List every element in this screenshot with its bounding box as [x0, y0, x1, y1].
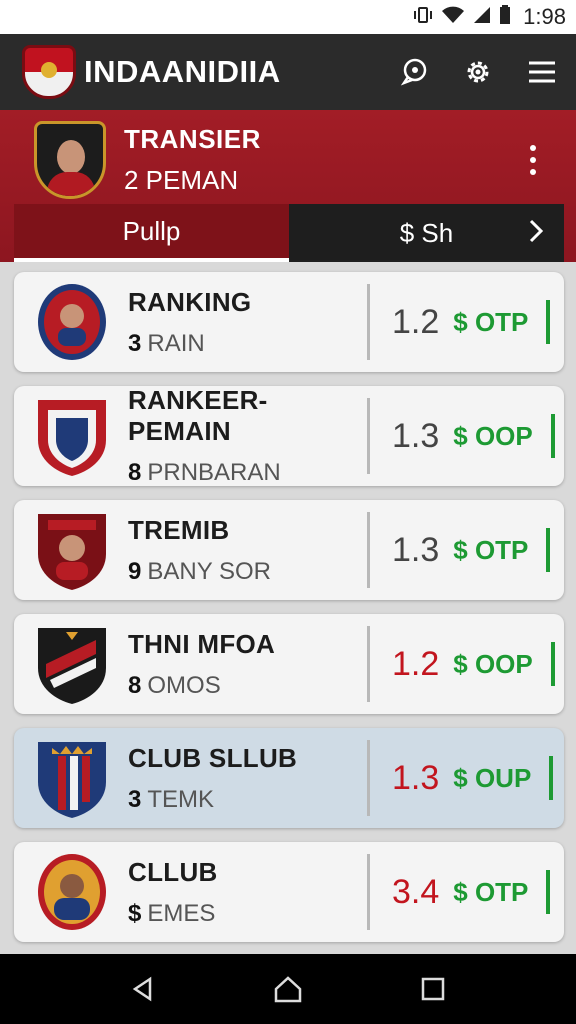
divider: [367, 512, 370, 588]
item-rating: 1.3: [392, 530, 440, 569]
item-price: $ OOP: [453, 420, 533, 451]
item-title: THNI MFOA: [128, 628, 276, 659]
divider: [367, 398, 370, 474]
item-number: 3: [128, 785, 142, 813]
list-item[interactable]: TREMIB 9 BANY SOR 1.3 $ OTP: [14, 500, 564, 600]
item-title: CLUB SLLUB: [128, 742, 298, 773]
header-title: TRANSIER: [124, 124, 261, 154]
item-subtitle: EMES: [147, 899, 216, 927]
menu-icon[interactable]: [526, 56, 558, 88]
status-bar-indicator: [546, 528, 551, 572]
list-item[interactable]: RANKING 3 RAIN 1.2 $ OTP: [14, 272, 564, 372]
app-bar: INDAANIDIIA: [0, 34, 576, 110]
wifi-icon: [441, 6, 465, 29]
status-bar-indicator: [550, 414, 555, 458]
item-number: 9: [128, 557, 142, 585]
divider: [367, 626, 370, 702]
club-crest-icon: [36, 396, 108, 476]
status-bar-indicator: [546, 870, 551, 914]
item-rating: 3.4: [392, 872, 440, 911]
item-rating: 1.2: [392, 302, 440, 341]
tab-bar: Pullp $ Sh: [14, 204, 564, 262]
item-title: CLLUB: [128, 856, 218, 887]
item-subtitle: BANY SOR: [147, 557, 271, 585]
club-crest-icon: [36, 738, 108, 818]
item-number: 8: [128, 459, 142, 486]
divider: [367, 854, 370, 930]
status-bar-indicator: [550, 642, 555, 686]
system-nav-bar: [0, 954, 576, 1024]
app-logo: [22, 45, 76, 99]
chevron-right-icon: [526, 218, 546, 251]
tab-label: Pullp: [122, 215, 181, 246]
tab-sh[interactable]: $ Sh: [289, 204, 564, 262]
divider: [367, 740, 370, 816]
item-rating: 1.3: [392, 758, 440, 797]
tab-pullp[interactable]: Pullp: [14, 204, 289, 262]
recents-icon[interactable]: [416, 972, 450, 1006]
list-item[interactable]: CLUB SLLUB 3 TEMK 1.3 $ OUP: [14, 728, 564, 828]
item-number: 8: [128, 671, 142, 699]
app-title: INDAANIDIIA: [84, 54, 281, 89]
ranking-list: RANKING 3 RAIN 1.2 $ OTP RANKEER- PEMAIN …: [14, 272, 564, 956]
signal-icon: [473, 6, 491, 29]
item-subtitle: OMOS: [147, 671, 221, 699]
tab-label: $ Sh: [399, 217, 454, 248]
battery-icon: [499, 4, 511, 30]
club-crest-icon: [36, 624, 108, 704]
divider: [367, 284, 370, 360]
more-options-icon[interactable]: [524, 139, 542, 181]
item-rating: 1.3: [392, 416, 440, 455]
vibrate-icon: [413, 6, 433, 29]
item-price: $ OTP: [453, 876, 529, 907]
item-price: $ OUP: [453, 762, 532, 793]
item-price: $ OTP: [453, 534, 529, 565]
home-icon[interactable]: [271, 972, 305, 1006]
status-time: 1:98: [523, 4, 566, 29]
chat-icon[interactable]: [398, 56, 430, 88]
item-title: TREMIB: [128, 514, 230, 545]
item-number: $: [128, 899, 142, 927]
settings-icon[interactable]: [462, 56, 494, 88]
club-crest-icon: [36, 282, 108, 362]
item-price: $ OTP: [453, 306, 529, 337]
header-subtitle: 2 PEMAN: [124, 165, 239, 195]
club-crest-icon: [36, 510, 108, 590]
status-bar-indicator: [549, 756, 554, 800]
item-price: $ OOP: [453, 648, 533, 679]
item-title: RANKEER- PEMAIN: [128, 385, 268, 446]
player-badge: [34, 121, 106, 199]
back-icon[interactable]: [126, 972, 160, 1006]
list-item[interactable]: CLLUB $ EMES 3.4 $ OTP: [14, 842, 564, 942]
item-number: 3: [128, 329, 142, 357]
item-title: RANKING: [128, 286, 252, 317]
list-item[interactable]: THNI MFOA 8 OMOS 1.2 $ OOP: [14, 614, 564, 714]
status-bar-indicator: [546, 300, 551, 344]
item-subtitle: RAIN: [147, 329, 205, 357]
item-subtitle: TEMK: [147, 785, 215, 813]
list-item[interactable]: RANKEER- PEMAIN 8 PRNBARAN 1.3 $ OOP: [14, 385, 564, 486]
status-bar: 1:98: [0, 0, 576, 34]
app-bar-actions: [398, 56, 558, 88]
club-crest-icon: [36, 852, 108, 932]
item-subtitle: PRNBARAN: [147, 459, 281, 486]
item-rating: 1.2: [392, 644, 440, 683]
